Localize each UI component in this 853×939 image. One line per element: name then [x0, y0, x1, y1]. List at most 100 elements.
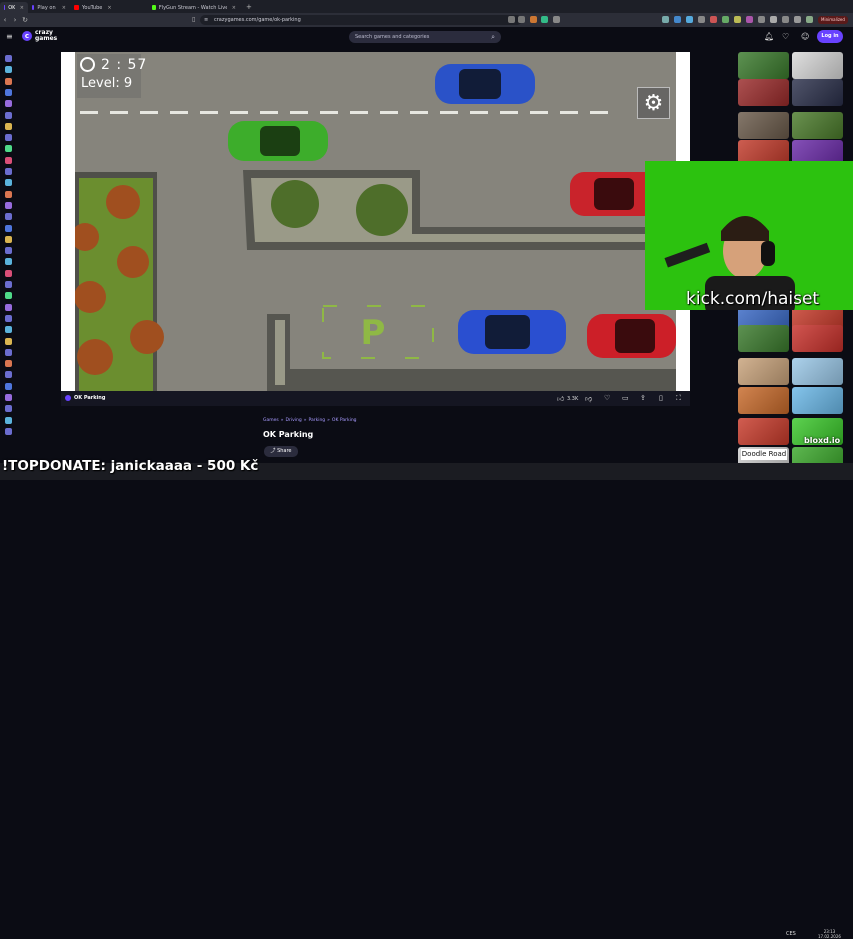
- category-icon[interactable]: [5, 394, 12, 401]
- extension-icon[interactable]: [674, 16, 681, 23]
- reload-icon[interactable]: ↻: [20, 16, 30, 24]
- category-icon[interactable]: [5, 348, 12, 356]
- extension-icon[interactable]: [734, 16, 741, 23]
- game-canvas[interactable]: P: [75, 52, 676, 391]
- extension-icon[interactable]: [710, 16, 717, 23]
- category-icon[interactable]: [5, 66, 12, 74]
- category-icon[interactable]: [5, 134, 12, 142]
- category-icon[interactable]: [5, 156, 12, 164]
- game-thumbnail[interactable]: [738, 418, 789, 445]
- category-icon[interactable]: [5, 337, 12, 345]
- puzzle-icon[interactable]: [782, 16, 789, 23]
- share-icon[interactable]: ⇪: [640, 394, 646, 402]
- extension-icon[interactable]: [746, 16, 753, 23]
- game-thumbnail[interactable]: [738, 358, 789, 385]
- breadcrumb-link[interactable]: Games: [263, 418, 279, 423]
- category-icon[interactable]: [5, 77, 12, 85]
- extension-icon[interactable]: [541, 16, 548, 23]
- back-icon[interactable]: ‹: [0, 16, 10, 24]
- category-icon[interactable]: [5, 314, 12, 322]
- category-icon[interactable]: [5, 247, 12, 255]
- new-tab-button[interactable]: +: [246, 3, 252, 11]
- language-indicator[interactable]: CES: [786, 931, 796, 937]
- forward-icon[interactable]: ›: [10, 16, 20, 24]
- category-icon[interactable]: [5, 235, 12, 243]
- category-icon[interactable]: [5, 269, 12, 277]
- category-icon[interactable]: [5, 371, 12, 379]
- category-icon[interactable]: [5, 213, 12, 221]
- game-thumbnail[interactable]: [792, 79, 843, 106]
- game-thumbnail[interactable]: [792, 387, 843, 414]
- bookmark-icon[interactable]: ▯: [192, 16, 195, 23]
- category-icon[interactable]: [5, 258, 12, 266]
- breadcrumb-link[interactable]: OK Parking: [332, 418, 357, 423]
- game-thumbnail[interactable]: [738, 112, 789, 139]
- star-icon[interactable]: [553, 16, 560, 23]
- site-info-icon[interactable]: ≡: [204, 15, 208, 25]
- browser-tab[interactable]: OK Parking ×: [0, 2, 28, 13]
- bell-icon[interactable]: 🔔︎: [764, 32, 774, 41]
- close-tab-icon[interactable]: ×: [107, 5, 111, 11]
- profile-label[interactable]: Minimalized: [818, 16, 848, 24]
- extension-icon[interactable]: [662, 16, 669, 23]
- heart-icon[interactable]: ♡: [782, 32, 789, 41]
- category-icon[interactable]: [5, 145, 12, 153]
- category-icon[interactable]: [5, 190, 12, 198]
- game-thumbnail[interactable]: [738, 52, 789, 79]
- login-button[interactable]: Log in: [817, 30, 843, 43]
- fullscreen-icon[interactable]: ⛶: [676, 394, 681, 403]
- game-thumbnail[interactable]: [792, 112, 843, 139]
- thumb-down-icon[interactable]: 👎︎: [585, 394, 592, 403]
- browser-tab[interactable]: YouTube ×: [70, 2, 148, 13]
- game-thumbnail[interactable]: [792, 325, 843, 352]
- category-icon[interactable]: [5, 382, 12, 390]
- category-icon[interactable]: [5, 360, 12, 368]
- game-thumbnail[interactable]: [738, 387, 789, 414]
- category-icon[interactable]: [5, 100, 12, 108]
- search-input[interactable]: Search games and categories ⌕: [349, 31, 501, 43]
- profile-icon[interactable]: [806, 16, 813, 23]
- heart-icon[interactable]: ♡: [604, 394, 610, 402]
- category-icon[interactable]: [5, 416, 12, 424]
- browser-tab[interactable]: Play on CrazyGa ×: [28, 2, 70, 13]
- friends-icon[interactable]: ☺: [801, 32, 809, 41]
- mobile-icon[interactable]: ▯: [659, 394, 663, 402]
- extension-icon[interactable]: [686, 16, 693, 23]
- category-icon[interactable]: [5, 122, 12, 130]
- share-button[interactable]: ⤴ Share: [264, 446, 298, 457]
- game-thumbnail[interactable]: [738, 79, 789, 106]
- category-icon[interactable]: [5, 55, 12, 62]
- extension-icon[interactable]: [758, 16, 765, 23]
- category-icon[interactable]: [5, 326, 12, 334]
- extension-icon[interactable]: [722, 16, 729, 23]
- crazygames-logo[interactable]: c crazy games: [22, 30, 59, 42]
- translate-icon[interactable]: [518, 16, 525, 23]
- category-icon[interactable]: [5, 427, 12, 435]
- category-icon[interactable]: [5, 224, 12, 232]
- gear-icon[interactable]: ⚙: [637, 87, 670, 119]
- close-tab-icon[interactable]: ×: [232, 5, 236, 11]
- category-icon[interactable]: [5, 179, 12, 187]
- close-tab-icon[interactable]: ×: [20, 5, 24, 11]
- extension-icon[interactable]: [698, 16, 705, 23]
- clock[interactable]: 23:13 17.02.2026: [818, 929, 841, 939]
- breadcrumb-link[interactable]: Parking: [308, 418, 325, 423]
- cast-icon[interactable]: [508, 16, 515, 23]
- category-icon[interactable]: [5, 281, 12, 288]
- category-icon[interactable]: [5, 88, 12, 96]
- game-thumbnail[interactable]: [738, 325, 789, 352]
- download-icon[interactable]: [794, 16, 801, 23]
- game-thumbnail[interactable]: [792, 52, 843, 79]
- category-icon[interactable]: [5, 201, 12, 209]
- category-icon[interactable]: [5, 111, 12, 119]
- browser-tab[interactable]: FlyGun Stream - Watch Live on Kick ×: [148, 2, 240, 13]
- category-icon[interactable]: [5, 303, 12, 311]
- extension-icon[interactable]: [530, 16, 537, 23]
- thumb-up-icon[interactable]: 👍︎: [557, 394, 564, 403]
- menu-icon[interactable]: ≡: [6, 32, 13, 41]
- category-icon[interactable]: [5, 405, 12, 413]
- category-icon[interactable]: [5, 292, 12, 300]
- comment-icon[interactable]: ▭: [622, 394, 629, 402]
- url-field[interactable]: ≡ crazygames.com/game/ok-parking: [200, 15, 522, 25]
- close-tab-icon[interactable]: ×: [62, 5, 66, 11]
